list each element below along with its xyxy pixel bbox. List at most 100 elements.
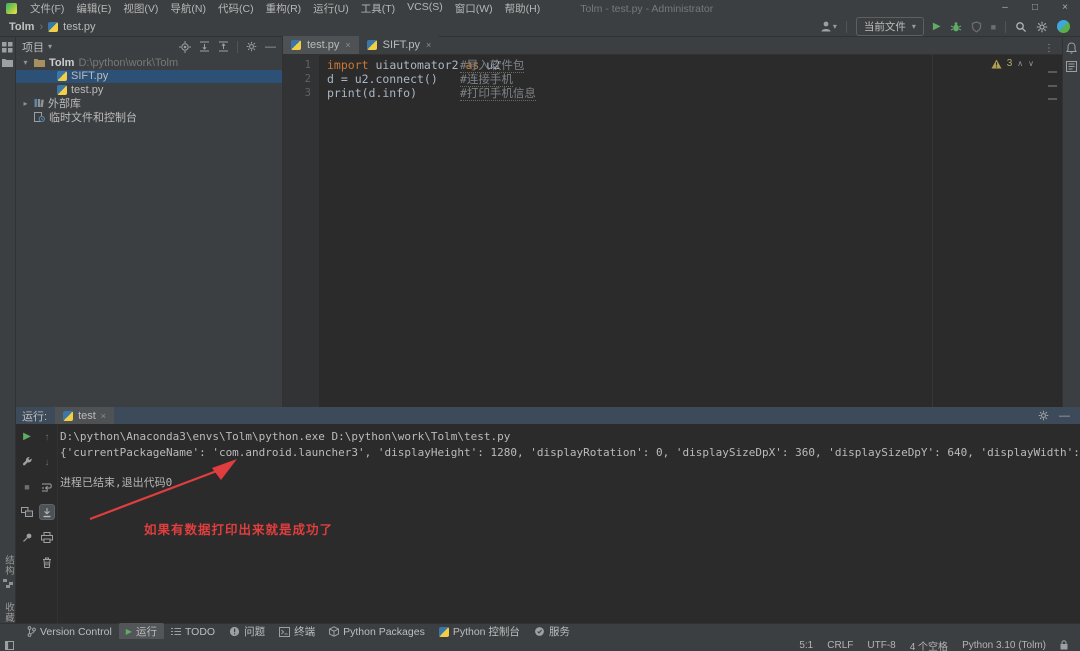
project-tool-icon[interactable] [2,42,13,53]
minimize-button[interactable]: – [990,0,1020,17]
line-number[interactable]: 3 [283,86,311,100]
code-area[interactable]: 1 import uiautomator2 as u2 #导入软件包 2 d =… [283,55,1062,101]
menu-file[interactable]: 文件(F) [24,1,70,16]
hide-run-panel-icon[interactable]: — [1059,410,1070,422]
line-number[interactable]: 1 [283,58,311,72]
soft-wrap-icon[interactable] [39,479,55,495]
run-tab-test[interactable]: test × [55,407,115,424]
settings-gear-icon[interactable] [1036,21,1048,33]
indent-style[interactable]: 4 个空格 [910,638,948,651]
tree-item-label: 临时文件和控制台 [49,111,137,124]
tool-version-control[interactable]: Version Control [20,625,119,639]
menu-tools[interactable]: 工具(T) [355,1,401,16]
restore-layout-icon[interactable] [19,504,35,520]
next-problem-icon[interactable]: ∨ [1028,59,1034,68]
print-icon[interactable] [39,529,55,545]
close-tab-icon[interactable]: × [345,40,350,50]
tool-services[interactable]: 服务 [527,623,577,640]
menu-vcs[interactable]: VCS(S) [401,1,449,16]
breadcrumb-separator: › [39,20,44,33]
down-stack-trace-icon[interactable]: ↓ [39,454,55,470]
menu-code[interactable]: 代码(C) [212,1,260,16]
project-panel-title[interactable]: 项目 [22,39,44,55]
locate-file-icon[interactable] [179,40,191,53]
menu-run[interactable]: 运行(U) [307,1,355,16]
search-everywhere-icon[interactable] [1015,21,1027,33]
tool-label: 服务 [548,626,570,638]
inspections-widget[interactable]: 3 ∧ ∨ [991,58,1034,69]
more-tabs-icon[interactable]: ⋮ [1036,43,1062,54]
stripe-toggle-icon[interactable] [5,640,14,650]
menu-refactor[interactable]: 重构(R) [260,1,308,16]
structure-icon [3,578,13,588]
menu-help[interactable]: 帮助(H) [499,1,547,16]
pin-tab-icon[interactable] [19,529,35,545]
event-log-icon[interactable] [1066,61,1077,72]
scrollbar-warning-mark[interactable] [1048,71,1057,73]
hide-panel-icon[interactable]: — [265,41,276,53]
code-token: uiautomator2 [375,58,466,72]
breadcrumb-project[interactable]: Tolm [9,21,34,33]
coverage-button[interactable] [971,20,982,33]
tool-run[interactable]: ▶ 运行 [118,623,164,640]
breadcrumb-file[interactable]: test.py [63,21,95,33]
left-tool-stripe: 结构 收藏夹 [0,37,16,639]
scrollbar-warning-mark[interactable] [1048,85,1057,87]
scroll-to-end-icon[interactable] [39,504,55,520]
close-button[interactable]: × [1050,0,1080,17]
tree-row-sift[interactable]: SIFT.py [16,69,282,83]
line-ending[interactable]: CRLF [827,640,853,651]
caret-position[interactable]: 5:1 [799,640,813,651]
run-button[interactable]: ▶ [933,21,941,32]
line-number[interactable]: 2 [283,72,311,86]
prev-problem-icon[interactable]: ∧ [1017,59,1023,68]
menu-window[interactable]: 窗口(W) [449,1,499,16]
code-with-me-icon[interactable] [1057,20,1070,33]
close-tab-icon[interactable]: × [101,411,106,421]
run-tab-label: test [78,409,96,422]
notifications-bell-icon[interactable] [1066,42,1077,54]
stop-process-icon[interactable]: ■ [19,479,35,495]
menu-navigate[interactable]: 导航(N) [164,1,212,16]
profile-user-icon[interactable]: ▾ [820,20,837,33]
menu-view[interactable]: 视图(V) [117,1,164,16]
tool-terminal[interactable]: 终端 [272,623,322,640]
tree-row-project-root[interactable]: ▾ Tolm D:\python\work\Tolm [16,56,282,70]
expand-all-icon[interactable] [199,41,210,52]
tree-row-scratches[interactable]: 临时文件和控制台 [16,110,282,124]
code-line: 1 import uiautomator2 as u2 #导入软件包 [283,58,1062,73]
close-tab-icon[interactable]: × [426,40,431,50]
run-settings-gear-icon[interactable] [1038,410,1049,421]
run-header: 运行: test × — [16,407,1080,424]
tool-python-packages[interactable]: Python Packages [322,625,432,639]
commit-tool-icon[interactable] [2,58,13,67]
menu-edit[interactable]: 编辑(E) [70,1,117,16]
tab-sift-py[interactable]: SIFT.py × [358,36,440,54]
chevron-right-icon[interactable]: ▸ [21,99,30,108]
code-comment: #连接手机 [460,72,513,87]
tool-todo[interactable]: TODO [164,625,222,639]
tool-problems[interactable]: 问题 [222,623,272,640]
debug-button[interactable] [950,21,962,33]
caret-down-icon: ▾ [832,22,837,31]
run-config-select[interactable]: 当前文件 ▾ [855,17,924,36]
right-tool-stripe [1062,37,1080,407]
write-access-lock-icon[interactable] [1060,640,1068,650]
run-toolbar: ▶ ■ ↑ ↓ [16,424,58,623]
chevron-down-icon[interactable]: ▾ [21,58,30,67]
clear-console-trash-icon[interactable] [39,554,55,570]
wrench-icon[interactable] [19,454,35,470]
python-interpreter[interactable]: Python 3.10 (Tolm) [962,640,1046,651]
maximize-button[interactable]: □ [1020,0,1050,17]
tool-label: 运行 [135,626,157,638]
file-encoding[interactable]: UTF-8 [867,640,895,651]
up-stack-trace-icon[interactable]: ↑ [39,429,55,445]
rerun-button[interactable]: ▶ [19,429,35,445]
tool-python-console[interactable]: Python 控制台 [432,623,527,640]
panel-settings-gear-icon[interactable] [246,41,257,52]
collapse-all-icon[interactable] [218,41,229,52]
tab-test-py[interactable]: test.py × [283,36,359,54]
stop-button[interactable]: ■ [991,22,996,32]
package-icon [329,626,340,637]
scrollbar-warning-mark[interactable] [1048,98,1057,100]
